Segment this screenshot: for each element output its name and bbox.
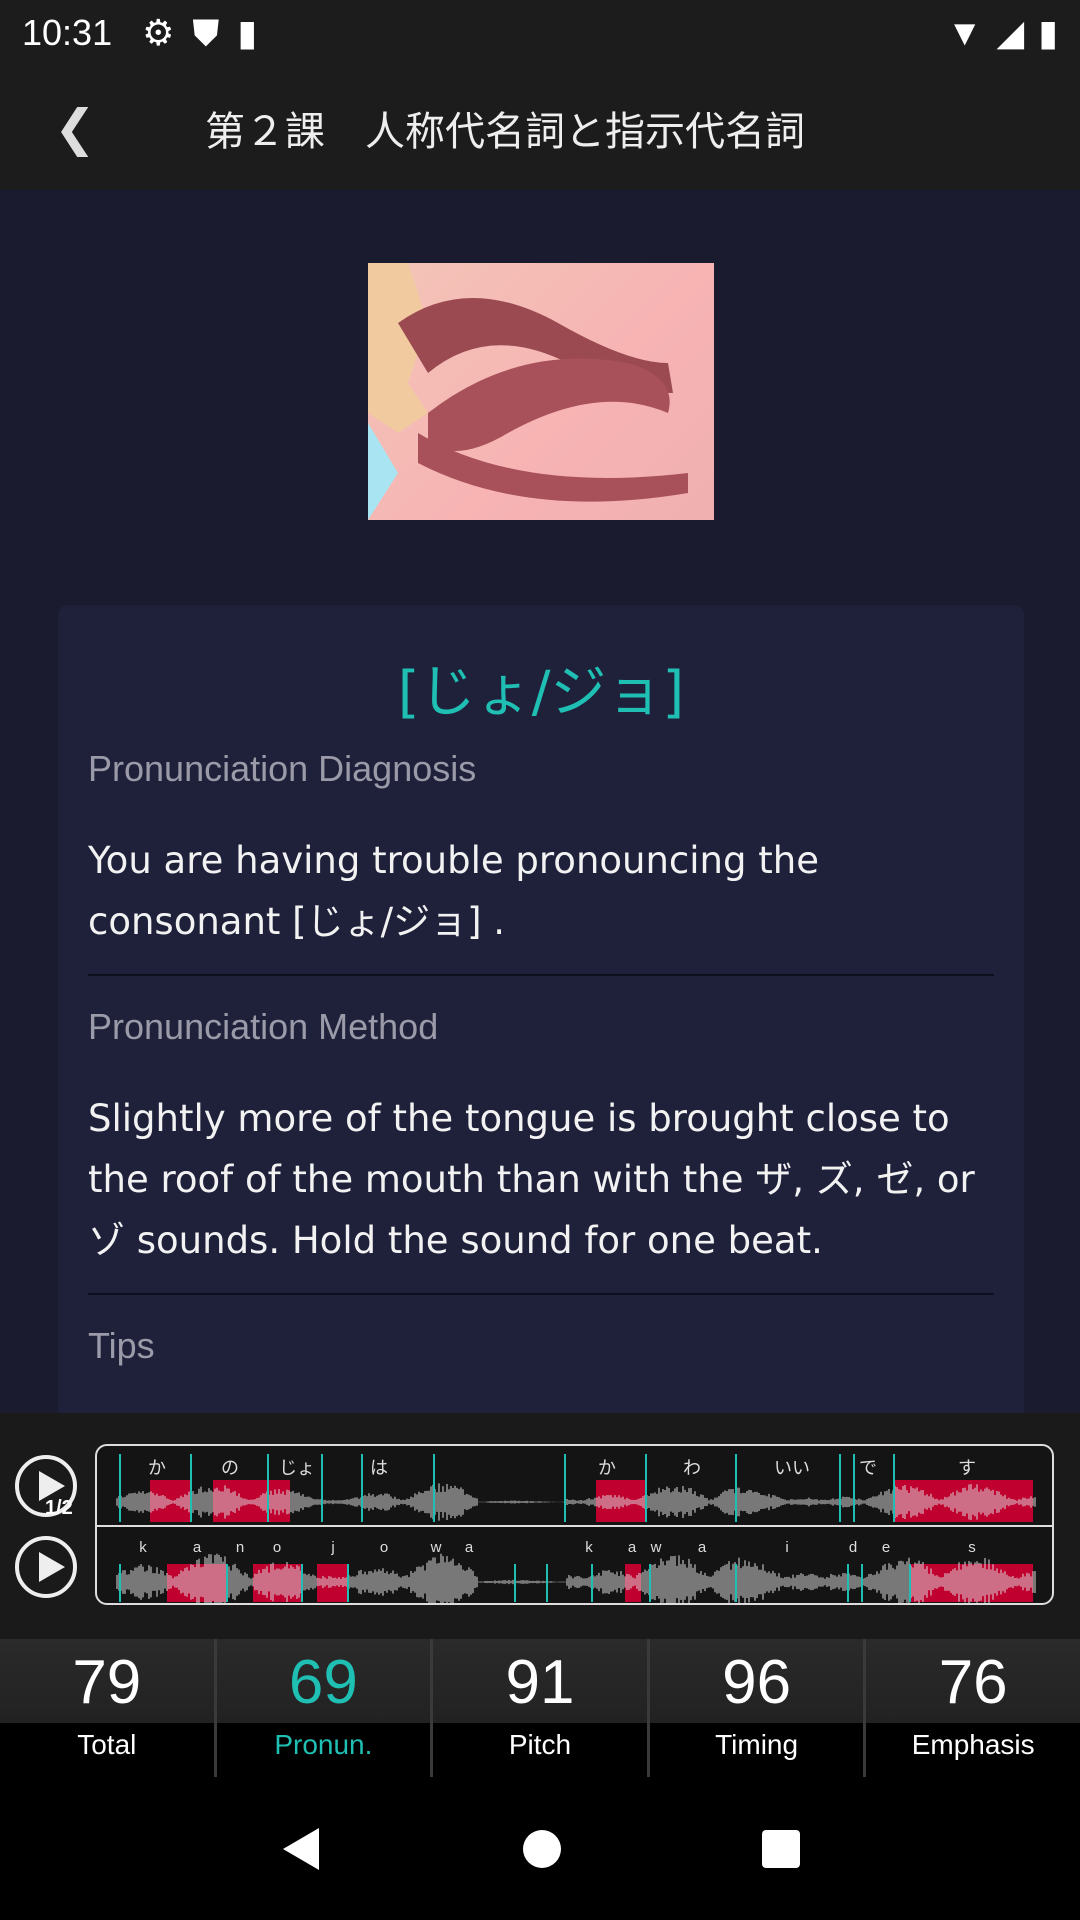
score-value: 69: [217, 1647, 431, 1723]
recents-nav-icon[interactable]: [761, 1829, 801, 1869]
diagnosis-text: You are having trouble pronouncing the c…: [88, 830, 994, 952]
kana-label: の: [221, 1458, 239, 1478]
kana-label: か: [598, 1458, 616, 1478]
phone-label: d: [849, 1539, 857, 1556]
score-label: Timing: [650, 1729, 864, 1761]
mouth-diagram-image: [368, 263, 714, 520]
battery-icon: ▮: [1038, 12, 1058, 54]
content-area[interactable]: [じょ/ジョ] Pronunciation Diagnosis You are …: [0, 190, 1080, 1413]
phoneme-title: [じょ/ジョ]: [88, 647, 994, 728]
phone-label: s: [968, 1539, 976, 1556]
score-pronun[interactable]: 69 Pronun.: [214, 1639, 431, 1777]
method-text: Slightly more of the tongue is brought c…: [88, 1088, 994, 1271]
speed-label: 1/2: [45, 1497, 73, 1520]
phone-label: w: [430, 1539, 442, 1556]
clock: 10:31: [22, 12, 112, 54]
score-value: 79: [0, 1647, 214, 1723]
kana-label: で: [859, 1458, 877, 1478]
score-timing[interactable]: 96 Timing: [647, 1639, 864, 1777]
score-bar: 79 Total 69 Pronun. 91 Pitch 96 Timing 76 Emphasi…: [0, 1639, 1080, 1777]
play-button[interactable]: [15, 1536, 77, 1598]
waveform-player: 1/2 かのじょはかわいいです k a n o j o w a k a w a i d e s: [0, 1413, 1080, 1639]
back-button[interactable]: ❮: [0, 66, 150, 190]
waveform-panel[interactable]: かのじょはかわいいです k a n o j o w a k a w a i d e s: [95, 1444, 1054, 1605]
phone-label: i: [785, 1539, 788, 1556]
score-label: Emphasis: [866, 1729, 1080, 1761]
phone-label: o: [273, 1539, 281, 1556]
sd-card-icon: ▮: [237, 12, 257, 54]
score-pitch[interactable]: 91 Pitch: [430, 1639, 647, 1777]
phone-label: a: [628, 1539, 637, 1556]
method-label: Pronunciation Method: [88, 1006, 994, 1048]
diagnosis-card: [じょ/ジョ] Pronunciation Diagnosis You are …: [58, 605, 1024, 1413]
status-bar: 10:31 ⚙ ⛊ ▮ ▼ ◢ ▮: [0, 0, 1080, 66]
gear-icon: ⚙: [142, 12, 174, 54]
kana-label: わ: [683, 1458, 701, 1478]
kana-label: いい: [774, 1458, 810, 1478]
phone-label: a: [698, 1539, 707, 1556]
divider: [88, 1293, 994, 1295]
phone-label: o: [380, 1539, 388, 1556]
app-bar: ❮ 第２課 人称代名詞と指示代名詞: [0, 66, 1080, 190]
kana-label: す: [958, 1458, 976, 1478]
home-nav-icon[interactable]: [522, 1829, 562, 1869]
score-label: Pitch: [433, 1729, 647, 1761]
phone-label: k: [139, 1539, 147, 1556]
phone-label: a: [193, 1539, 202, 1556]
phone-label: j: [330, 1539, 334, 1556]
phone-label: w: [650, 1539, 662, 1556]
back-nav-icon[interactable]: [279, 1826, 323, 1872]
score-value: 96: [650, 1647, 864, 1723]
divider: [88, 974, 994, 976]
shield-icon: ⛊: [192, 12, 219, 55]
tips-label: Tips: [88, 1325, 994, 1367]
page-title: 第２課 人称代名詞と指示代名詞: [205, 99, 805, 157]
phone-label: k: [585, 1539, 593, 1556]
score-label: Pronun.: [217, 1729, 431, 1761]
kana-label: じょ: [279, 1458, 315, 1478]
score-value: 76: [866, 1647, 1080, 1723]
diagnosis-label: Pronunciation Diagnosis: [88, 748, 994, 790]
wifi-icon: ▼: [947, 12, 983, 54]
score-emphasis[interactable]: 76 Emphasis: [863, 1639, 1080, 1777]
kana-label: は: [370, 1458, 388, 1478]
score-total[interactable]: 79 Total: [0, 1639, 214, 1777]
phone-label: e: [882, 1539, 890, 1556]
score-label: Total: [0, 1729, 214, 1761]
kana-label: か: [148, 1458, 166, 1478]
chevron-left-icon: ❮: [54, 99, 96, 157]
score-value: 91: [433, 1647, 647, 1723]
navigation-bar: [0, 1777, 1080, 1920]
phone-label: n: [236, 1539, 244, 1556]
signal-icon: ◢: [997, 12, 1025, 54]
phone-label: a: [465, 1539, 474, 1556]
